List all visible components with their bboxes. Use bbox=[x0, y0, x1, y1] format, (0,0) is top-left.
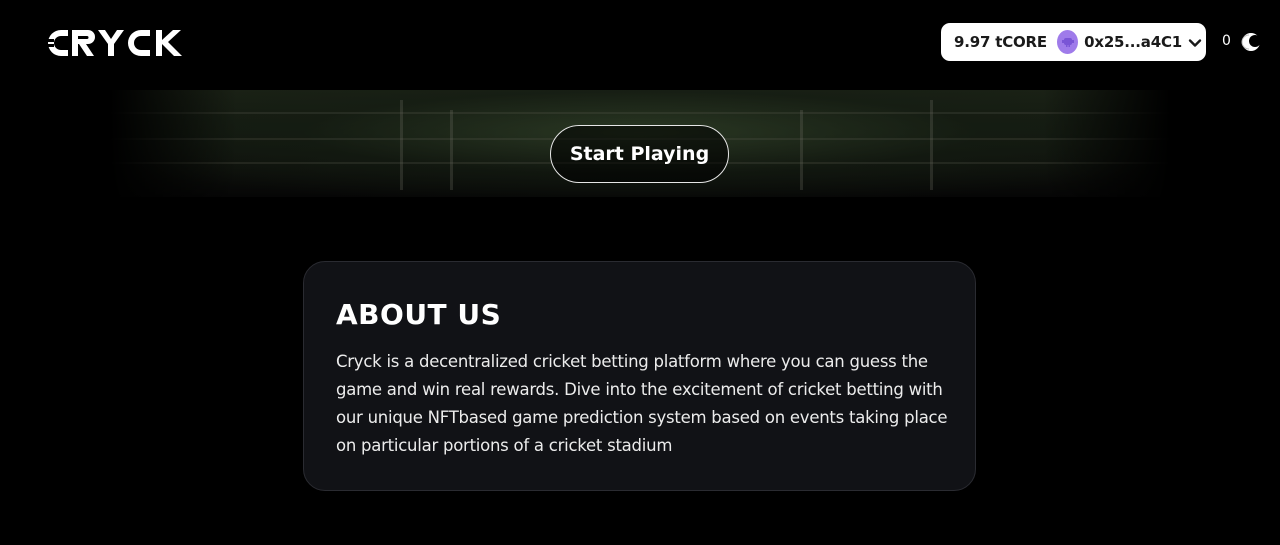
about-us-title: ABOUT US bbox=[336, 298, 502, 331]
stadium-post bbox=[800, 110, 803, 190]
account-button[interactable]: 0x25...a4C1 bbox=[1050, 26, 1202, 58]
wallet-avatar-icon bbox=[1057, 30, 1079, 54]
token-balance: 9.97 tCORE bbox=[954, 33, 1047, 51]
cryck-coin-icon bbox=[1240, 31, 1262, 53]
page: 9.97 tCORE 0x25...a4C1 0 Start Playing A… bbox=[0, 0, 1280, 545]
stadium-post bbox=[450, 110, 453, 190]
start-playing-button[interactable]: Start Playing bbox=[550, 125, 729, 183]
stadium-roof-line bbox=[110, 112, 1170, 114]
wallet-pill: 9.97 tCORE 0x25...a4C1 bbox=[941, 23, 1206, 61]
about-us-description: Cryck is a decentralized cricket betting… bbox=[336, 352, 948, 455]
chevron-down-icon bbox=[1188, 33, 1202, 52]
top-header: 9.97 tCORE 0x25...a4C1 0 bbox=[0, 0, 1280, 90]
stadium-post bbox=[400, 100, 403, 190]
cryck-logo[interactable] bbox=[44, 26, 194, 60]
account-address: 0x25...a4C1 bbox=[1084, 33, 1182, 51]
coin-count: 0 bbox=[1222, 33, 1231, 49]
stadium-post bbox=[930, 100, 933, 190]
about-us-card: ABOUT US Cryck is a decentralized cricke… bbox=[303, 261, 976, 491]
